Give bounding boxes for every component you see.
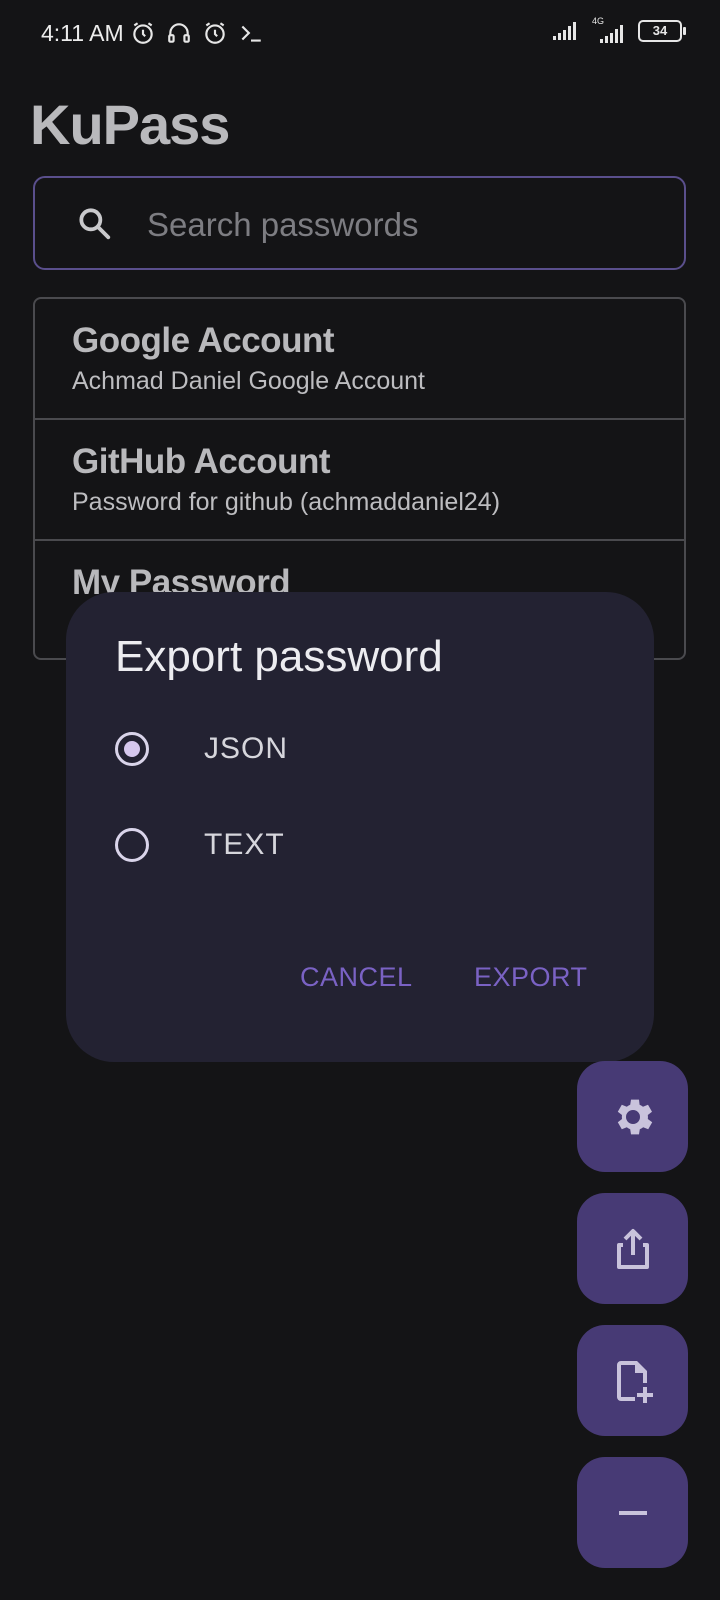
status-icons-right: 4G 34 (552, 16, 686, 44)
collapse-menu-button[interactable] (577, 1457, 688, 1568)
radio-button[interactable] (115, 828, 149, 862)
add-file-icon (616, 1360, 653, 1403)
dialog-title: Export password (115, 632, 443, 681)
status-icons-left (130, 20, 264, 46)
share-icon (616, 1228, 649, 1269)
radio-button[interactable] (115, 732, 149, 766)
headset-icon (168, 23, 190, 43)
status-time: 4:11 AM (41, 20, 124, 46)
export-fab-button[interactable] (577, 1193, 688, 1304)
list-item[interactable]: GitHub Account Password for github (achm… (35, 420, 684, 541)
battery-icon: 34 (638, 20, 686, 42)
add-password-button[interactable] (577, 1325, 688, 1436)
app-title: KuPass (30, 93, 230, 156)
alarm-icon (133, 22, 153, 44)
export-dialog: Export password JSON TEXT CANCEL EXPORT (66, 592, 654, 1062)
alarm-icon (205, 22, 225, 44)
search-icon (79, 208, 111, 240)
signal-icon (600, 25, 623, 43)
settings-button[interactable] (577, 1061, 688, 1172)
signal-icon (553, 22, 576, 40)
mobile-data-indicator: 4G (590, 16, 628, 44)
item-description: Password for github (achmaddaniel24) (72, 488, 501, 516)
option-json[interactable]: JSON (115, 732, 288, 766)
status-bar: 4:11 AM 4G 34 (0, 0, 720, 70)
option-label: TEXT (204, 828, 285, 861)
minus-icon (618, 1510, 647, 1515)
item-description: Achmad Daniel Google Account (72, 367, 425, 395)
battery-level: 34 (652, 23, 668, 38)
search-input[interactable] (145, 198, 649, 252)
option-text[interactable]: TEXT (115, 828, 285, 862)
cancel-button[interactable]: CANCEL (300, 962, 413, 993)
search-bar[interactable] (33, 176, 686, 270)
export-button[interactable]: EXPORT (474, 962, 588, 993)
item-title: GitHub Account (72, 442, 331, 481)
option-label: JSON (204, 732, 289, 765)
list-item[interactable]: Google Account Achmad Daniel Google Acco… (35, 299, 684, 420)
item-title: Google Account (72, 321, 334, 360)
terminal-icon (241, 25, 261, 42)
gear-icon (617, 1099, 652, 1134)
